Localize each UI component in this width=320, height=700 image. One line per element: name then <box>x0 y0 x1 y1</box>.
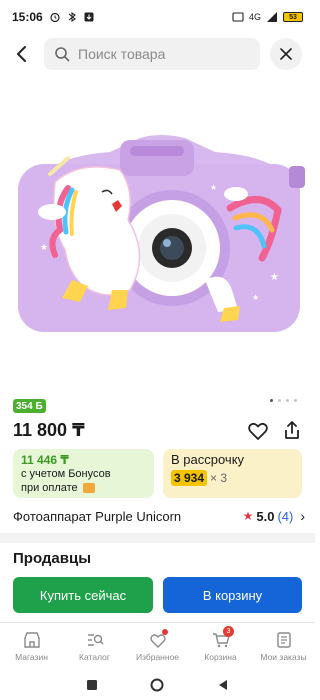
bonus-price-card[interactable]: 11 446 ₸ с учетом Бонусов при оплате <box>13 449 154 498</box>
buy-now-button[interactable]: Купить сейчас <box>13 577 153 613</box>
camera-illustration: ★ ★ ★ ★ <box>18 135 305 332</box>
signal-icon <box>267 12 277 22</box>
cast-icon <box>232 12 244 22</box>
favorite-button[interactable] <box>247 420 269 442</box>
download-icon <box>84 12 94 22</box>
section-divider <box>0 533 315 543</box>
pager-dot <box>270 399 273 402</box>
bonus-price: 11 446 ₸ <box>21 453 69 467</box>
notification-dot <box>162 629 168 635</box>
svg-text:★: ★ <box>252 293 259 302</box>
nav-orders[interactable]: Мои заказы <box>252 623 315 670</box>
back-triangle-icon[interactable] <box>217 679 229 691</box>
search-input[interactable] <box>78 46 238 62</box>
bluetooth-icon <box>68 11 76 23</box>
status-icons <box>49 11 95 23</box>
status-right: 4G 53 <box>232 11 303 23</box>
home-icon[interactable] <box>150 678 164 692</box>
close-button[interactable] <box>270 38 302 70</box>
bonus-line-2: при оплате <box>21 482 78 494</box>
nav-label: Корзина <box>204 652 237 662</box>
sellers-heading: Продавцы <box>13 550 92 567</box>
pager-dot <box>286 399 289 402</box>
bonus-line-2-row: при оплате <box>21 481 146 495</box>
add-to-cart-button[interactable]: В корзину <box>163 577 302 613</box>
installment-amount: 3 934 <box>171 470 208 486</box>
nav-store[interactable]: Магазин <box>0 623 63 670</box>
search-icon <box>55 47 70 62</box>
svg-text:★: ★ <box>210 183 217 192</box>
search-box[interactable] <box>44 38 260 70</box>
back-button[interactable] <box>0 36 44 72</box>
nav-catalog[interactable]: Каталог <box>63 623 126 670</box>
orders-icon <box>276 632 291 648</box>
product-title: Фотоаппарат Purple Unicorn <box>13 508 182 524</box>
rating-value: 5.0 <box>256 508 275 524</box>
nav-label: Избранное <box>135 652 180 662</box>
back-arrow-icon <box>17 46 26 62</box>
kaspi-logo-icon <box>82 483 95 494</box>
store-icon <box>23 632 40 648</box>
cart-count-badge: 3 <box>223 626 234 637</box>
bottom-nav: Магазин Каталог Избранное 3 Корзина Мои … <box>0 622 315 670</box>
status-time: 15:06 <box>12 10 43 24</box>
share-icon <box>285 421 299 439</box>
installment-multiplier: × 3 <box>210 471 228 485</box>
image-pager <box>270 399 297 402</box>
status-bar: 15:06 4G 53 <box>0 0 315 34</box>
close-icon <box>280 48 292 60</box>
nav-label: Магазин <box>15 652 48 662</box>
product-image[interactable]: ★ ★ ★ ★ <box>10 130 308 340</box>
installment-card[interactable]: В рассрочку 3 934 × 3 <box>163 449 302 498</box>
share-button[interactable] <box>281 419 303 441</box>
system-nav-bar <box>0 670 315 700</box>
catalog-icon <box>87 634 103 646</box>
installment-row: 3 934 × 3 <box>171 467 294 486</box>
alarm-icon <box>50 12 60 23</box>
pager-dot <box>278 399 281 402</box>
nav-label: Мои заказы <box>260 652 307 662</box>
network-type: 4G <box>248 12 261 22</box>
installment-title: В рассрочку <box>171 452 245 467</box>
chevron-right-icon: › <box>300 508 305 524</box>
nav-favorites[interactable]: Избранное <box>126 623 189 670</box>
bonus-line-1: с учетом Бонусов <box>21 468 111 480</box>
svg-text:★: ★ <box>270 272 279 283</box>
top-bar <box>0 36 315 72</box>
nav-label: Каталог <box>79 652 110 662</box>
battery-icon: 53 <box>283 12 303 22</box>
svg-text:★: ★ <box>40 243 48 253</box>
reviews-count: (4) <box>277 508 294 524</box>
pager-dot <box>294 399 297 402</box>
product-price: 11 800 ₸ <box>13 420 85 440</box>
nav-cart[interactable]: 3 Корзина <box>189 623 252 670</box>
product-title-row[interactable]: Фотоаппарат Purple Unicorn ★ 5.0 (4) › <box>13 507 305 525</box>
rating[interactable]: ★ 5.0 (4) › <box>243 508 305 524</box>
heart-icon <box>248 422 268 440</box>
recent-apps-icon[interactable] <box>86 679 98 691</box>
bonus-badge: 354 Б <box>13 399 46 413</box>
star-icon: ★ <box>242 509 254 523</box>
